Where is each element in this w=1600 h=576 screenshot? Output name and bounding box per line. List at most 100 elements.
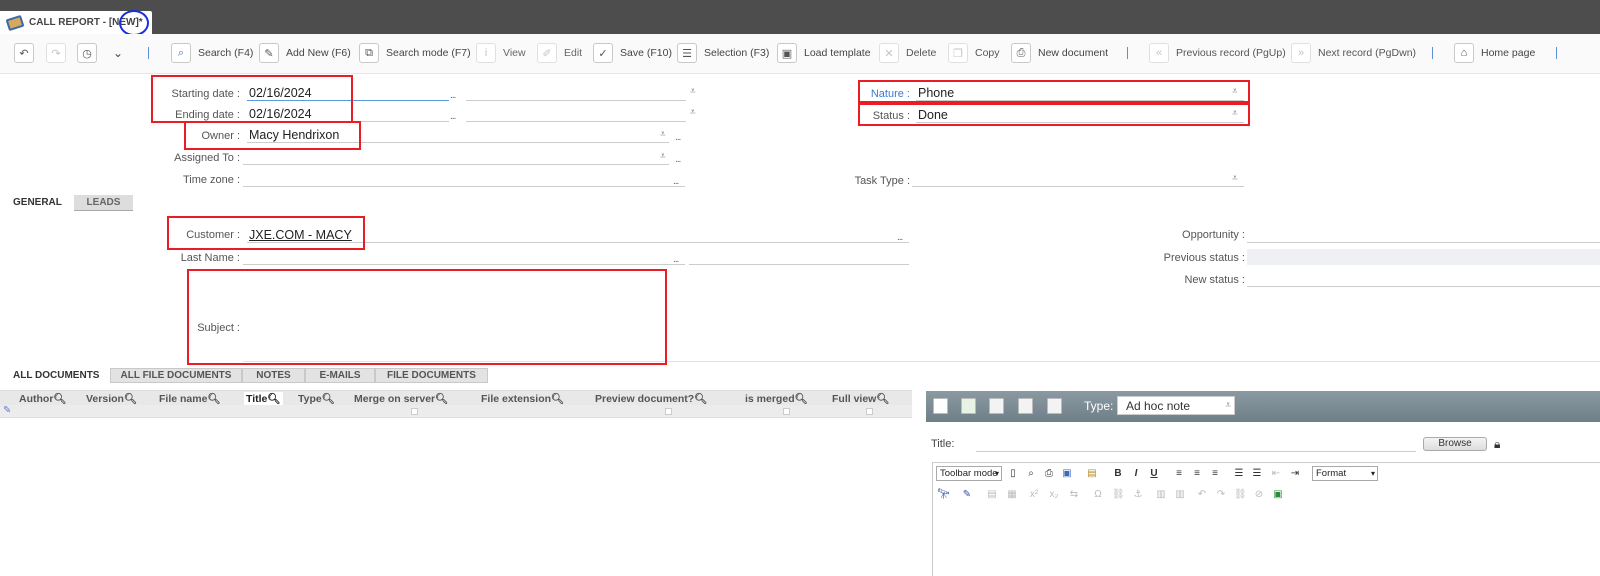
column-file-name[interactable]: File name🔍︎ bbox=[159, 392, 221, 405]
align-left-icon[interactable]: ≡ bbox=[1173, 468, 1185, 480]
horizontal-rule-icon[interactable]: ⇆ bbox=[1068, 489, 1080, 501]
next-record-button[interactable]: » Next record (PgDwn) bbox=[1291, 42, 1416, 64]
column-merge-on-server[interactable]: Merge on server🔍︎ bbox=[354, 392, 448, 405]
opportunity-field[interactable] bbox=[1247, 228, 1600, 243]
preview-icon[interactable]: ⌕ bbox=[1025, 468, 1037, 480]
table-icon[interactable]: ▤ bbox=[986, 489, 998, 501]
starting-time-dropdown-icon[interactable]: ⩡ bbox=[690, 87, 699, 97]
tab-all-file-documents[interactable]: ALL FILE DOCUMENTS bbox=[110, 368, 242, 383]
column-title[interactable]: Title🔍︎ bbox=[244, 392, 283, 405]
italic-icon[interactable]: I bbox=[1130, 468, 1142, 480]
new-status-field[interactable] bbox=[1247, 272, 1600, 287]
ending-date-picker-button[interactable]: ... bbox=[450, 111, 456, 122]
more-dropdown-button[interactable]: ⌄ bbox=[113, 42, 123, 64]
redo-button[interactable]: ↷ bbox=[46, 42, 73, 64]
paste-doc-icon[interactable] bbox=[1018, 398, 1033, 414]
assigned-to-dropdown-icon[interactable]: ⩡ bbox=[660, 152, 669, 162]
align-center-icon[interactable]: ≡ bbox=[1191, 468, 1203, 480]
ending-time-field[interactable] bbox=[466, 107, 686, 122]
print-icon[interactable]: ⎙ bbox=[1043, 468, 1055, 480]
new-note-icon[interactable] bbox=[933, 398, 948, 414]
last-name-lookup-button[interactable]: ... bbox=[673, 254, 679, 265]
history-button[interactable]: ◷ bbox=[77, 42, 104, 64]
customer-lookup-button[interactable]: ... bbox=[897, 232, 903, 243]
search-button[interactable]: ⌕ Search (F4) bbox=[171, 42, 253, 64]
image-icon[interactable]: ▥ bbox=[1155, 489, 1167, 501]
redo-editor-icon[interactable]: ↷ bbox=[1215, 489, 1227, 501]
search-mode-button[interactable]: ⧉ Search mode (F7) bbox=[359, 42, 471, 64]
tab-e-mails[interactable]: E-MAILS bbox=[305, 368, 375, 383]
blank-doc-icon[interactable] bbox=[1047, 398, 1062, 414]
anchor-icon[interactable]: ⚓︎ bbox=[1132, 489, 1144, 501]
bold-icon[interactable]: B bbox=[1112, 468, 1124, 480]
special-char-icon[interactable]: Ω bbox=[1092, 489, 1104, 501]
unlink-icon[interactable]: ⛓ bbox=[1234, 489, 1247, 501]
flash-icon[interactable]: ▥ bbox=[1174, 489, 1186, 501]
excel-icon[interactable] bbox=[961, 398, 976, 414]
task-type-dropdown-icon[interactable]: ⩡ bbox=[1232, 174, 1241, 184]
indent-icon[interactable]: ⇥ bbox=[1289, 468, 1301, 480]
new-document-button[interactable]: ⎙ New document bbox=[1011, 42, 1108, 64]
spellcheck-icon[interactable]: ✎ bbox=[961, 489, 973, 501]
form-icon[interactable]: ▦ bbox=[1006, 489, 1018, 501]
type-select[interactable]: Ad hoc note ⩡ bbox=[1117, 396, 1235, 415]
copy-doc-icon[interactable] bbox=[989, 398, 1004, 414]
time-zone-lookup-button[interactable]: ... bbox=[673, 176, 679, 187]
selection-button[interactable]: ☰ Selection (F3) bbox=[677, 42, 769, 64]
column-author[interactable]: Author🔍︎ bbox=[19, 392, 67, 405]
undo-editor-icon[interactable]: ↶ bbox=[1196, 489, 1208, 501]
time-zone-field[interactable] bbox=[243, 172, 685, 187]
add-new-button[interactable]: ✎ Add New (F6) bbox=[259, 42, 351, 64]
is-merged-filter-checkbox[interactable] bbox=[783, 408, 790, 415]
home-page-button[interactable]: ⌂ Home page bbox=[1454, 42, 1535, 64]
superscript-icon[interactable]: x² bbox=[1028, 489, 1040, 501]
tab-leads[interactable]: LEADS bbox=[74, 195, 133, 211]
underline-icon[interactable]: U bbox=[1148, 468, 1160, 480]
paste-icon[interactable]: ▤ bbox=[1086, 468, 1098, 480]
save-button[interactable]: ✓ Save (F10) bbox=[593, 42, 672, 64]
pencil-icon[interactable]: ✎ bbox=[3, 405, 11, 416]
subscript-icon[interactable]: x₂ bbox=[1048, 489, 1060, 501]
assigned-to-field[interactable] bbox=[243, 150, 669, 165]
tab-notes[interactable]: NOTES bbox=[242, 368, 305, 383]
starting-time-field[interactable] bbox=[466, 86, 686, 101]
view-button[interactable]: i View bbox=[476, 42, 526, 64]
task-type-field[interactable] bbox=[912, 172, 1244, 187]
numbered-list-icon[interactable]: ☰ bbox=[1251, 468, 1263, 480]
bulleted-list-icon[interactable]: ☰ bbox=[1233, 468, 1245, 480]
delete-button[interactable]: ✕ Delete bbox=[879, 42, 936, 64]
merge-on-server-filter-checkbox[interactable] bbox=[411, 408, 418, 415]
first-name-field[interactable] bbox=[689, 250, 909, 265]
preview-document-filter-checkbox[interactable] bbox=[665, 408, 672, 415]
insert-picture-icon[interactable]: ▣ bbox=[1272, 489, 1284, 501]
remove-format-icon[interactable]: ⊘ bbox=[1253, 489, 1265, 501]
copy-button[interactable]: ❐ Copy bbox=[948, 42, 1000, 64]
find-icon[interactable]: 🔭︎ bbox=[937, 489, 950, 501]
tab-file-documents[interactable]: FILE DOCUMENTS bbox=[375, 368, 488, 383]
column-is-merged[interactable]: is merged🔍︎ bbox=[745, 392, 808, 405]
owner-lookup-button[interactable]: ... bbox=[675, 132, 681, 143]
toolbar-mode-select[interactable]: Toolbar mode ▾ bbox=[936, 466, 1002, 481]
starting-date-picker-button[interactable]: ... bbox=[450, 90, 456, 101]
column-full-view[interactable]: Full view🔍︎ bbox=[832, 392, 890, 405]
column-type[interactable]: Type🔍︎ bbox=[298, 392, 335, 405]
assigned-to-lookup-button[interactable]: ... bbox=[675, 154, 681, 165]
owner-dropdown-icon[interactable]: ⩡ bbox=[660, 130, 669, 140]
align-right-icon[interactable]: ≡ bbox=[1209, 468, 1221, 480]
templates-icon[interactable]: ▣ bbox=[1061, 468, 1073, 480]
column-file-extension[interactable]: File extension🔍︎ bbox=[481, 392, 564, 405]
load-template-button[interactable]: ▣ Load template bbox=[777, 42, 871, 64]
ending-time-dropdown-icon[interactable]: ⩡ bbox=[690, 108, 699, 118]
outdent-icon[interactable]: ⇤ bbox=[1270, 468, 1282, 480]
edit-button[interactable]: ✐ Edit bbox=[537, 42, 582, 64]
lock-icon[interactable]: 🔒︎ bbox=[1494, 437, 1500, 452]
new-page-icon[interactable]: ▯ bbox=[1007, 468, 1019, 480]
browse-button[interactable]: Browse bbox=[1423, 437, 1487, 451]
link-icon[interactable]: ⛓ bbox=[1112, 489, 1125, 501]
tab-general[interactable]: GENERAL bbox=[13, 197, 62, 208]
column-version[interactable]: Version🔍︎ bbox=[86, 392, 137, 405]
tab-all-documents[interactable]: ALL DOCUMENTS bbox=[13, 370, 99, 381]
undo-button[interactable]: ↶ bbox=[14, 42, 41, 64]
column-preview-document[interactable]: Preview document?🔍︎ bbox=[595, 392, 708, 405]
last-name-field[interactable] bbox=[243, 250, 685, 265]
